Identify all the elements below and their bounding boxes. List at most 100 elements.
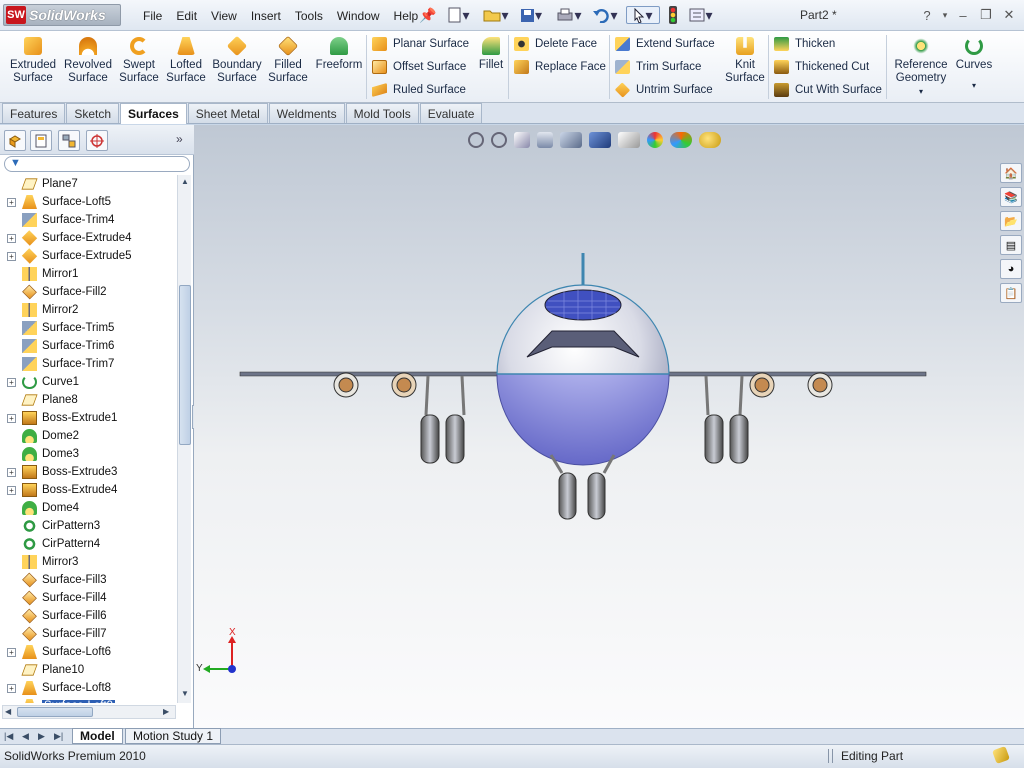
minimize-button[interactable]: – <box>954 6 972 24</box>
solidworks-resources-icon[interactable]: 🏠 <box>1000 163 1022 183</box>
delete-face-button[interactable]: Delete Face <box>514 37 597 51</box>
scroll-up-icon[interactable]: ▲ <box>181 177 189 186</box>
planar-surface-button[interactable]: Planar Surface <box>372 37 469 51</box>
tab-evaluate[interactable]: Evaluate <box>419 103 483 123</box>
menu-file[interactable]: File <box>136 9 169 23</box>
pin-icon[interactable]: 📌 <box>419 6 436 24</box>
save-icon[interactable]: ▾ <box>518 6 544 24</box>
revolved-surface-button[interactable]: Revolved Surface <box>62 37 114 85</box>
tree-horizontal-scrollbar[interactable]: ◀ ▶ <box>2 705 176 719</box>
help-dropdown-icon[interactable]: ▾ <box>936 6 954 24</box>
untrim-surface-button[interactable]: Untrim Surface <box>614 82 713 98</box>
configuration-manager-tab-icon[interactable] <box>58 130 80 151</box>
menu-view[interactable]: View <box>204 9 244 23</box>
expand-toggle[interactable]: + <box>7 467 16 477</box>
expand-toggle[interactable]: + <box>7 233 16 243</box>
expand-toggle[interactable]: + <box>7 647 16 657</box>
expand-toggle[interactable]: + <box>7 197 16 207</box>
tree-item[interactable]: Surface-Fill6 <box>0 607 176 625</box>
dimxpert-tab-icon[interactable] <box>86 130 108 151</box>
tree-item[interactable]: Mirror1 <box>0 265 176 283</box>
tree-item[interactable]: Mirror2 <box>0 301 176 319</box>
last-tab-icon[interactable]: ▶| <box>54 731 63 742</box>
expand-toggle[interactable]: + <box>7 251 16 261</box>
solidworks-logo[interactable]: SW SolidWorks <box>3 4 121 26</box>
menu-tools[interactable]: Tools <box>288 9 330 23</box>
tree-item[interactable]: Surface-Fill2 <box>0 283 176 301</box>
extend-surface-button[interactable]: Extend Surface <box>615 37 715 51</box>
scroll-down-icon[interactable]: ▼ <box>181 689 189 698</box>
lofted-surface-button[interactable]: Lofted Surface <box>164 37 208 85</box>
filled-surface-button[interactable]: Filled Surface <box>266 35 310 85</box>
tree-item[interactable]: CirPattern3 <box>0 517 176 535</box>
replace-face-button[interactable]: Replace Face <box>514 60 606 74</box>
property-manager-tab-icon[interactable] <box>30 130 52 151</box>
tree-item[interactable]: + Boss-Extrude3 <box>0 463 176 481</box>
tree-item[interactable]: Dome4 <box>0 499 176 517</box>
tree-item[interactable]: Mirror3 <box>0 553 176 571</box>
cut-with-surface-button[interactable]: Cut With Surface <box>774 83 882 97</box>
tree-item[interactable]: Plane10 <box>0 661 176 679</box>
thickened-cut-button[interactable]: Thickened Cut <box>774 60 869 74</box>
tree-item[interactable]: + Surface-Extrude5 <box>0 247 176 265</box>
reference-geometry-button[interactable]: Reference Geometry ▾ <box>892 37 950 98</box>
close-button[interactable]: ✕ <box>1000 6 1018 24</box>
tree-item[interactable]: Surface-Fill4 <box>0 589 176 607</box>
tree-item[interactable]: Surface-Loft9 <box>0 697 176 703</box>
rebuild-status-icon[interactable] <box>992 746 1010 764</box>
extruded-surface-button[interactable]: Extruded Surface <box>8 37 58 85</box>
tree-item[interactable]: + Surface-Loft5 <box>0 193 176 211</box>
rebuild-icon[interactable] <box>666 6 680 24</box>
tree-item[interactable]: + Boss-Extrude1 <box>0 409 176 427</box>
expand-toggle[interactable]: + <box>7 377 16 387</box>
tree-item[interactable]: CirPattern4 <box>0 535 176 553</box>
expand-toggle[interactable]: + <box>7 413 16 423</box>
next-tab-icon[interactable]: ▶ <box>38 731 45 742</box>
thicken-button[interactable]: Thicken <box>774 37 835 51</box>
expand-toggle[interactable]: + <box>7 683 16 693</box>
tree-item[interactable]: Surface-Trim5 <box>0 319 176 337</box>
tab-weldments[interactable]: Weldments <box>268 103 345 123</box>
tree-item[interactable]: Plane7 <box>0 175 176 193</box>
expand-toggle[interactable]: + <box>7 485 16 495</box>
print-icon[interactable]: ▾ <box>554 6 584 24</box>
undo-icon[interactable]: ▾ <box>590 6 620 24</box>
tree-filter-input[interactable]: ▼ <box>4 156 190 172</box>
prev-tab-icon[interactable]: ◀ <box>22 731 29 742</box>
tree-item[interactable]: + Curve1 <box>0 373 176 391</box>
appearances-icon[interactable]: ◕ <box>1000 259 1022 279</box>
options-icon[interactable]: ▾ <box>686 6 716 24</box>
tree-item[interactable]: + Boss-Extrude4 <box>0 481 176 499</box>
trim-surface-button[interactable]: Trim Surface <box>615 60 701 74</box>
tree-vertical-scrollbar[interactable]: ▲ ▼ <box>177 175 191 703</box>
offset-surface-button[interactable]: Offset Surface <box>372 60 466 74</box>
tree-item[interactable]: Surface-Trim6 <box>0 337 176 355</box>
file-explorer-icon[interactable]: 📂 <box>1000 211 1022 231</box>
curves-button[interactable]: Curves ▾ <box>954 37 994 92</box>
tab-sheet-metal[interactable]: Sheet Metal <box>187 103 268 123</box>
scroll-right-icon[interactable]: ▶ <box>163 707 169 716</box>
tree-item[interactable]: Surface-Trim7 <box>0 355 176 373</box>
menu-edit[interactable]: Edit <box>169 9 204 23</box>
tab-mold-tools[interactable]: Mold Tools <box>345 103 419 123</box>
tree-item[interactable]: Dome2 <box>0 427 176 445</box>
ruled-surface-button[interactable]: Ruled Surface <box>372 83 466 97</box>
view-palette-icon[interactable]: ▤ <box>1000 235 1022 255</box>
tree-item[interactable]: Surface-Fill7 <box>0 625 176 643</box>
freeform-button[interactable]: Freeform <box>314 37 364 72</box>
tree-item[interactable]: + Surface-Loft8 <box>0 679 176 697</box>
design-library-icon[interactable]: 📚 <box>1000 187 1022 207</box>
tree-item[interactable]: Plane8 <box>0 391 176 409</box>
menu-window[interactable]: Window <box>330 9 387 23</box>
tab-motion-study-1[interactable]: Motion Study 1 <box>125 728 222 744</box>
boundary-surface-button[interactable]: Boundary Surface <box>212 35 262 85</box>
fillet-button[interactable]: Fillet <box>476 37 506 72</box>
scroll-thumb[interactable] <box>179 285 191 445</box>
knit-surface-button[interactable]: Knit Surface <box>724 37 766 85</box>
new-document-icon[interactable]: ▾ <box>446 6 472 24</box>
scroll-thumb[interactable] <box>17 707 93 717</box>
tree-item[interactable]: Surface-Trim4 <box>0 211 176 229</box>
tree-item[interactable]: Surface-Fill3 <box>0 571 176 589</box>
feature-manager-tab-icon[interactable] <box>4 130 26 151</box>
panel-expand-icon[interactable]: » <box>176 132 183 146</box>
